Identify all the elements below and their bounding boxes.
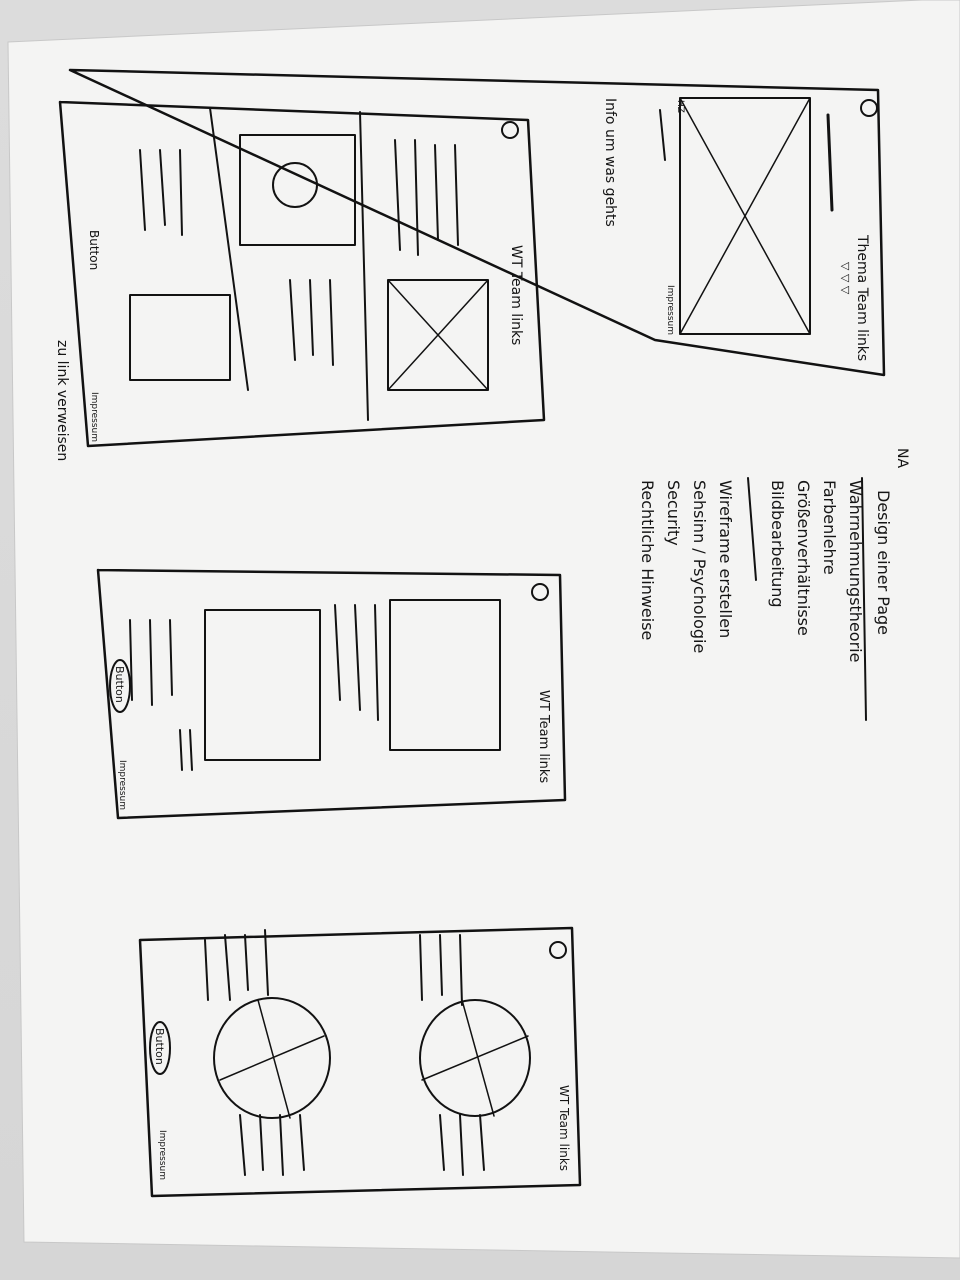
sketch-2-title: WT Team links	[508, 245, 524, 345]
sketch-3-button: Button	[113, 666, 126, 703]
sketch-3-footer: Impressum	[117, 760, 127, 810]
sketch-2-footer: Impressum	[89, 392, 99, 442]
sketch-1-footer: Impressum	[665, 285, 675, 335]
notes-heading: Design einer Page	[874, 490, 893, 635]
sketch-1-title: Thema Team links	[854, 234, 870, 361]
notes-marker: NA	[894, 448, 910, 468]
notes-item: Sehsinn / Psychologie	[690, 480, 709, 653]
sketch-4-button: Button	[153, 1028, 166, 1065]
notes-item: Security	[664, 480, 683, 546]
sketch-2-button: Button	[87, 230, 101, 270]
sketch-1-annotation: Info um was gehts	[602, 98, 618, 227]
sketch-paper: Thema Team links ▽ ▽ ▽ Impressum HZ Info…	[7, 0, 960, 1259]
sketch-2-annotation: zu link verweisen	[54, 340, 70, 461]
notes-item: Größenverhältnisse	[794, 480, 813, 636]
notes-item: Bildbearbeitung	[768, 480, 787, 608]
sketch-4-title: WT Team links	[557, 1085, 571, 1171]
notes-item: Wireframe erstellen	[716, 480, 735, 638]
notes-item: Rechtliche Hinweise	[638, 480, 657, 640]
sketch-1-arrows: ▽ ▽ ▽	[839, 262, 852, 295]
sketch-1-nav-label: HZ	[675, 100, 685, 113]
notes-item: Farbenlehre	[820, 480, 839, 575]
sketch-4-footer: Impressum	[157, 1130, 167, 1180]
sketch-3-title: WT Team links	[536, 690, 551, 783]
